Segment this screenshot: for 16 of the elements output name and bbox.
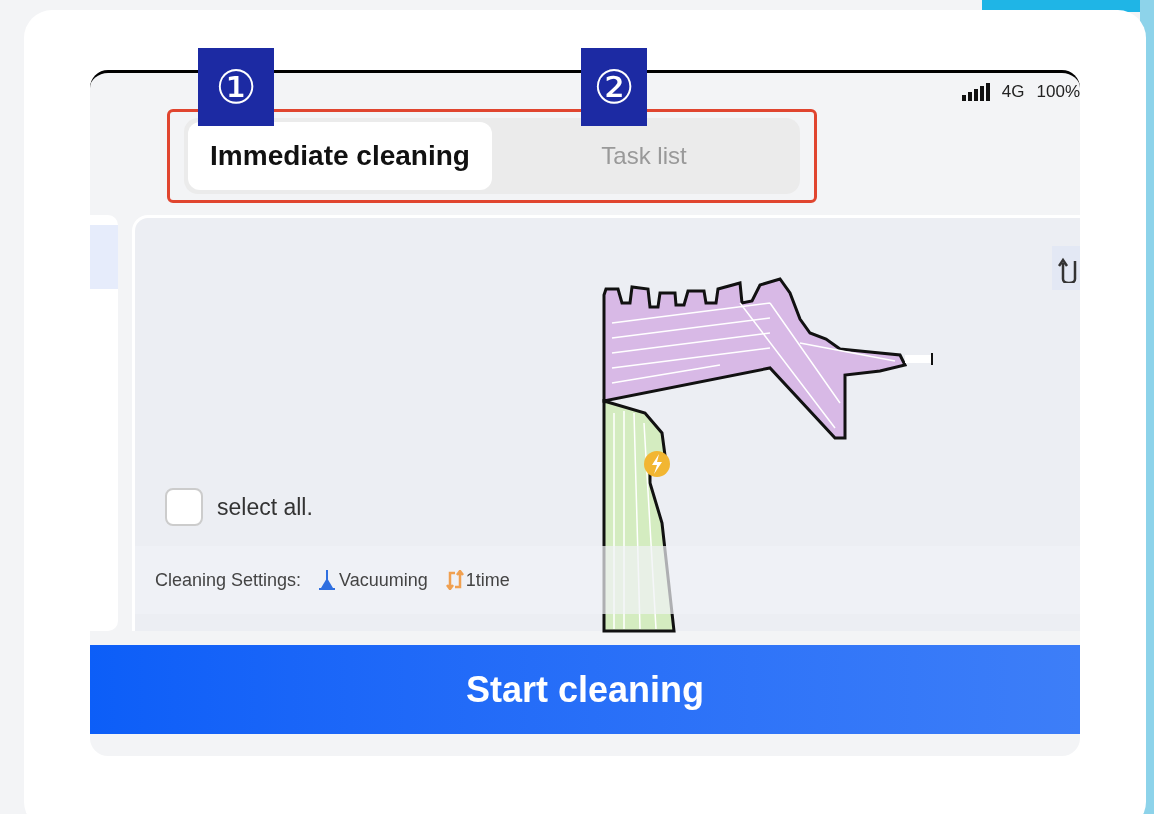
broom-icon (319, 570, 336, 590)
tab[interactable]: Immediate cleaning (188, 122, 492, 190)
times-label: 1time (465, 568, 510, 592)
repeat-icon (445, 570, 464, 590)
callout-badge: ① (198, 48, 274, 126)
network-label: 4G (1001, 81, 1025, 104)
map-rotate-button[interactable] (1052, 246, 1080, 290)
start-cleaning-button[interactable]: Start cleaning (90, 645, 1080, 734)
mode-label: Vacuuming (339, 568, 428, 592)
settings-label: Cleaning Settings: (155, 568, 302, 592)
charging-dock-icon (643, 450, 671, 478)
select-all-checkbox[interactable] (165, 488, 203, 526)
signal-icon (961, 83, 990, 101)
select-all-label: select all. (217, 492, 313, 522)
battery-label: 100% (1036, 81, 1080, 104)
callout-badge: ② (581, 48, 647, 126)
